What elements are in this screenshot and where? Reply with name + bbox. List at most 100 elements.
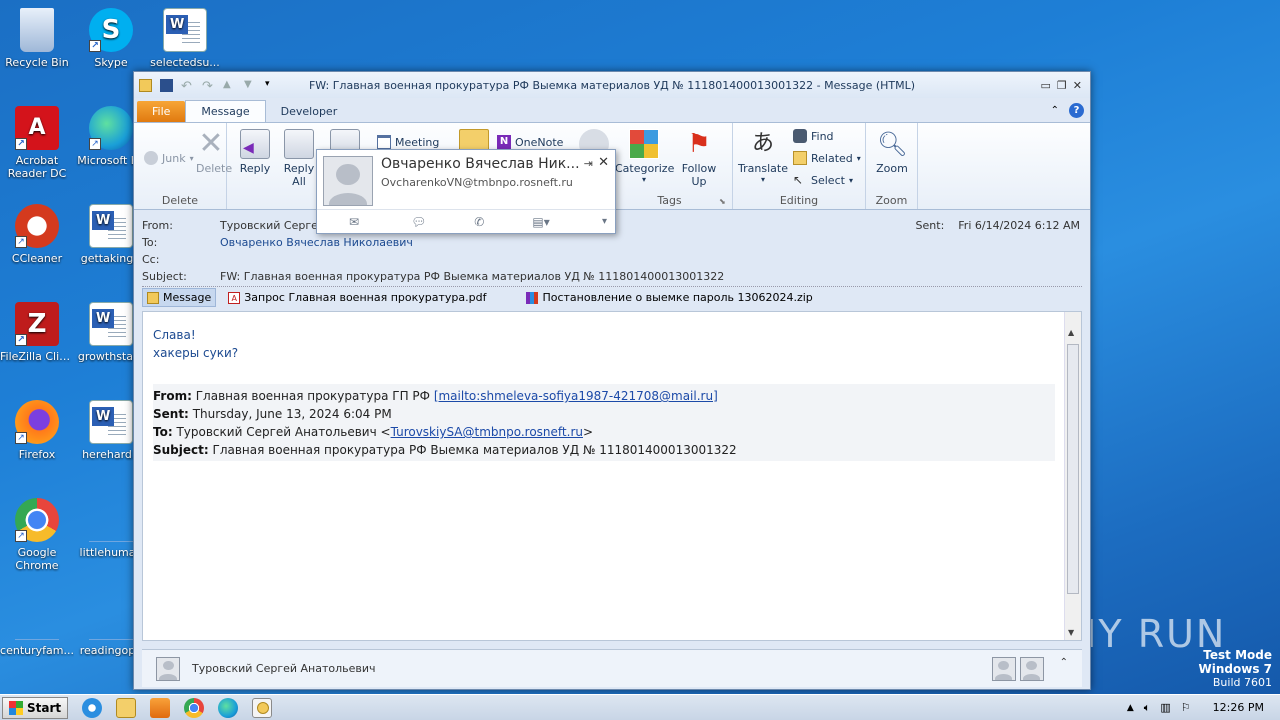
media-player-icon[interactable]	[150, 697, 171, 718]
contact-name[interactable]: Овчаренко Вячеслав Ник...	[381, 156, 580, 172]
translate-icon: あ	[751, 131, 774, 156]
word-doc-icon	[89, 302, 133, 346]
network-icon[interactable]: ▥	[1160, 701, 1170, 714]
attachment-bar: Message A Запрос Главная военная прокура…	[142, 286, 1082, 308]
card-close-icon[interactable]: ✕	[598, 155, 609, 170]
customize-qat-icon[interactable]: ▾	[265, 79, 278, 92]
tab-message[interactable]: Message	[185, 100, 266, 122]
scroll-down-arrow-icon[interactable]: ▼	[1068, 628, 1074, 637]
dialog-launcher-icon[interactable]: ⬊	[719, 197, 726, 206]
related-button[interactable]: Related ▾	[793, 151, 861, 165]
categorize-button[interactable]: Categorize ▾	[615, 129, 674, 184]
acrobat-icon: A ↗	[15, 106, 59, 150]
scroll-up-arrow-icon[interactable]: ▲	[1068, 328, 1074, 337]
skype-icon: S ↗	[89, 8, 133, 52]
close-icon[interactable]: ✕	[1073, 79, 1082, 92]
word-doc-icon	[89, 204, 133, 248]
quick-access-toolbar: ↶ ↷ ▲ ▼ ▾	[134, 78, 278, 94]
delete-button[interactable]: ✕ Delete	[196, 129, 232, 176]
desktop-icon-filezilla[interactable]: Z ↗ FileZilla Client	[0, 302, 74, 363]
desktop-icon-centuryfam[interactable]: centuryfam...	[0, 596, 74, 657]
window-controls: ▭ ❐ ✕	[1041, 79, 1091, 92]
avatar[interactable]	[156, 656, 180, 681]
expand-people-pane-icon[interactable]: ⌃	[1060, 657, 1068, 681]
junk-icon	[144, 151, 158, 165]
edge-taskbar-icon[interactable]	[218, 697, 239, 718]
onenote-button[interactable]: N OneNote	[497, 135, 563, 149]
meeting-button[interactable]: Meeting	[377, 135, 439, 149]
explorer-icon[interactable]	[116, 697, 137, 718]
taskbar: Start ▲ 🔈︎ ▥ ⚐ 12:26 PM	[0, 694, 1280, 720]
desktop-icon-ccleaner[interactable]: ↗ CCleaner	[0, 204, 74, 265]
desktop-icon-chrome[interactable]: ↗ Google Chrome	[0, 498, 74, 572]
related-icon	[793, 151, 807, 165]
find-button[interactable]: Find	[793, 129, 834, 143]
people-list-icon[interactable]	[1019, 656, 1044, 681]
desktop-icon-skype[interactable]: S ↗ Skype	[74, 8, 148, 69]
contact-actions: ✉ 💬︎ ✆ ▤▾ ▾	[317, 209, 615, 233]
blank-doc-icon	[89, 596, 133, 640]
desktop-icon-acrobat[interactable]: A ↗ Acrobat Reader DC	[0, 106, 74, 180]
restore-icon[interactable]: ❐	[1057, 79, 1067, 92]
attachment-zip[interactable]: Постановление о выемке пароль 13062024.z…	[522, 289, 816, 306]
redo-icon[interactable]: ↷	[202, 79, 215, 94]
email-icon[interactable]: ✉	[349, 215, 359, 229]
chrome-taskbar-icon[interactable]	[184, 697, 205, 718]
action-center-flag-icon[interactable]: ⚐	[1181, 701, 1191, 714]
desktop-icon-recycle-bin[interactable]: Recycle Bin	[0, 8, 74, 69]
tab-file[interactable]: File	[137, 101, 186, 122]
up-arrow-icon[interactable]: ▲	[223, 79, 236, 92]
im-icon[interactable]: 💬︎	[411, 215, 426, 229]
system-tray: ▲ 🔈︎ ▥ ⚐ 12:26 PM	[1127, 701, 1280, 715]
translate-button[interactable]: あ Translate ▾	[737, 129, 789, 184]
clock[interactable]: 12:26 PM	[1213, 701, 1264, 714]
desktop-icon-firefox[interactable]: ↗ Firefox	[0, 400, 74, 461]
schedule-icon[interactable]: ▤▾	[532, 215, 549, 229]
follow-up-button[interactable]: ⚑ Follow Up	[677, 129, 721, 188]
reply-all-button[interactable]: Reply All	[281, 129, 317, 188]
vertical-scrollbar[interactable]: ▲ ▼	[1064, 312, 1081, 640]
reply-button[interactable]: ◀ Reply	[237, 129, 273, 175]
junk-button[interactable]: Junk ▾	[144, 151, 194, 165]
flag-icon: ⚑	[687, 129, 711, 159]
start-button[interactable]: Start	[2, 696, 69, 719]
help-icon[interactable]: ?	[1069, 103, 1084, 118]
pin-icon[interactable]: ⇥	[584, 157, 593, 170]
outlook-taskbar-icon[interactable]	[252, 697, 273, 718]
minimize-icon[interactable]: ▭	[1041, 79, 1051, 92]
undo-icon[interactable]: ↶	[181, 79, 194, 94]
calendar-icon	[377, 135, 391, 149]
phone-icon[interactable]: ✆	[474, 215, 484, 229]
people-pane-name[interactable]: Туровский Сергей Анатольевич	[192, 662, 376, 675]
attachment-message[interactable]: Message	[142, 288, 217, 307]
magnifier-icon: 🔍︎	[877, 130, 908, 158]
body-greeting: Слава!	[153, 328, 196, 342]
windows-logo-icon	[9, 700, 23, 715]
show-hidden-icons-icon[interactable]: ▲	[1127, 703, 1134, 713]
to-email-link[interactable]: TurovskiySA@tmbnpo.rosneft.ru	[391, 425, 583, 439]
zoom-button[interactable]: 🔍︎ Zoom	[874, 129, 910, 175]
desktop-icon-selectedsu[interactable]: selectedsu...	[148, 8, 222, 69]
filezilla-icon: Z ↗	[15, 302, 59, 346]
to-row: To: Овчаренко Вячеслав Николаевич	[142, 236, 413, 249]
scrollbar-thumb[interactable]	[1067, 344, 1079, 594]
down-arrow-icon[interactable]: ▼	[244, 79, 257, 92]
attachment-pdf[interactable]: A Запрос Главная военная прокуратура.pdf	[224, 289, 490, 306]
expand-card-icon[interactable]: ▾	[602, 216, 607, 227]
people-view-icon[interactable]	[991, 656, 1016, 681]
outlook-envelope-icon	[139, 78, 152, 92]
select-button[interactable]: ↖ Select ▾	[793, 173, 853, 187]
ie-icon[interactable]	[82, 697, 103, 718]
tab-developer[interactable]: Developer	[266, 101, 353, 122]
save-icon[interactable]	[160, 78, 173, 92]
cc-row: Cc:	[142, 253, 160, 266]
mailto-link[interactable]: [mailto:shmeleva-sofiya1987-421708@mail.…	[434, 389, 718, 403]
sent-info: Sent: Fri 6/14/2024 6:12 AM	[915, 219, 1080, 232]
contact-email[interactable]: OvcharenkoVN@tmbnpo.rosneft.ru	[381, 176, 573, 189]
word-doc-icon	[163, 8, 207, 52]
volume-icon[interactable]: 🔈︎	[1144, 701, 1151, 715]
zip-icon	[526, 291, 539, 304]
collapse-ribbon-icon[interactable]: ⌃	[1051, 105, 1059, 116]
word-doc-icon	[89, 400, 133, 444]
test-mode-watermark: Test Mode Windows 7 Build 7601	[1198, 648, 1272, 689]
